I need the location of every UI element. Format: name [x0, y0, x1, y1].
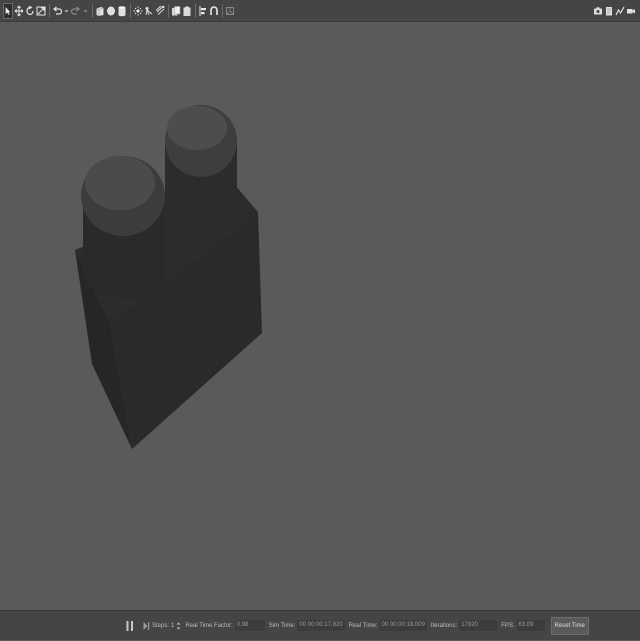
- sim-time-label: Sim Time:: [268, 622, 296, 629]
- fps-value: 63.09: [516, 620, 545, 631]
- stud-back-dome: [167, 106, 227, 150]
- sphere-icon[interactable]: [106, 3, 116, 19]
- copy-icon[interactable]: [171, 3, 181, 19]
- change-view-icon[interactable]: [225, 3, 235, 19]
- scene-render: [75, 105, 262, 449]
- sim-time-value: 00 00:00:17.820: [297, 620, 345, 631]
- spot-light-icon[interactable]: [144, 3, 154, 19]
- rotate-icon[interactable]: [25, 3, 35, 19]
- translate-icon[interactable]: [14, 3, 24, 19]
- iterations-label: Iterations:: [430, 622, 458, 629]
- real-time-factor-label: Real Time Factor:: [185, 622, 233, 629]
- pause-icon: [126, 620, 133, 631]
- toolbar-separator: [222, 3, 223, 18]
- box-icon[interactable]: [95, 3, 105, 19]
- steps-spinner-icon[interactable]: [176, 622, 181, 630]
- steps-label: Steps:: [152, 622, 170, 629]
- align-icon[interactable]: [198, 3, 208, 19]
- stud-front-dome: [85, 156, 155, 210]
- toolbar-separator: [92, 3, 93, 18]
- toolbar-separator: [195, 3, 196, 18]
- time-status-bar: Steps: 1 Real Time Factor: 0.98 Sim Time…: [0, 610, 640, 640]
- tool-group-main: [3, 0, 236, 22]
- real-time-label: Real Time:: [348, 622, 378, 629]
- real-time-value: 00 00:00:18.009: [379, 620, 427, 631]
- reset-time-button[interactable]: Reset Time: [550, 616, 589, 635]
- fps-label: FPS:: [501, 622, 515, 629]
- undo-dropdown-icon[interactable]: [63, 3, 70, 19]
- toolbar-separator: [168, 3, 169, 18]
- block-model[interactable]: [75, 105, 262, 449]
- log-icon[interactable]: [604, 3, 614, 19]
- toolbar-separator: [130, 3, 131, 18]
- video-record-icon[interactable]: [626, 3, 636, 19]
- top-toolbar: [0, 0, 640, 22]
- pause-button[interactable]: [124, 618, 136, 634]
- point-light-icon[interactable]: [133, 3, 143, 19]
- redo-dropdown-icon[interactable]: [82, 3, 89, 19]
- cylinder-icon[interactable]: [117, 3, 127, 19]
- snap-icon[interactable]: [209, 3, 219, 19]
- steps-value[interactable]: 1: [171, 623, 174, 629]
- redo-icon[interactable]: [71, 3, 81, 19]
- plot-icon[interactable]: [615, 3, 625, 19]
- real-time-factor-value: 0.98: [234, 620, 265, 631]
- iterations-value: 17820: [459, 620, 498, 631]
- paste-icon[interactable]: [182, 3, 192, 19]
- toolbar-separator: [49, 3, 50, 18]
- tool-group-right: [593, 3, 637, 19]
- scale-icon[interactable]: [36, 3, 46, 19]
- scene-viewport[interactable]: [0, 23, 640, 610]
- select-arrow-icon[interactable]: [3, 2, 13, 19]
- undo-icon[interactable]: [52, 3, 62, 19]
- screenshot-icon[interactable]: [593, 3, 603, 19]
- step-forward-icon: [143, 621, 149, 630]
- directional-light-icon[interactable]: [155, 3, 165, 19]
- step-button[interactable]: [142, 618, 150, 634]
